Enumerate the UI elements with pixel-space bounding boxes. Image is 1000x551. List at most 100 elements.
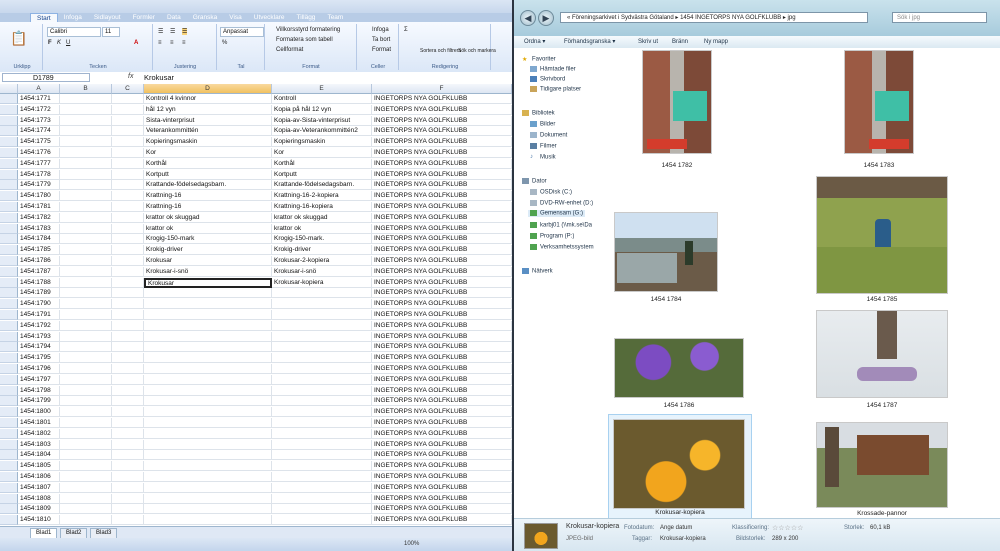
table-cell[interactable]: INGETORPS NYA GOLFKLUBB — [372, 256, 512, 266]
percent-icon[interactable]: % — [222, 40, 227, 46]
table-cell[interactable] — [272, 461, 372, 472]
table-cell[interactable] — [60, 385, 112, 396]
table-cell[interactable]: 1454:1772 — [18, 104, 60, 115]
address-bar[interactable]: « Föreningsarkivet i Sydvästra Götaland … — [560, 12, 868, 23]
table-cell[interactable] — [60, 407, 112, 418]
row-header[interactable] — [0, 158, 18, 169]
table-cell[interactable] — [112, 169, 144, 180]
table-cell[interactable]: Kor — [272, 148, 372, 158]
table-cell[interactable] — [272, 353, 372, 364]
table-cell[interactable]: INGETORPS NYA GOLFKLUBB — [372, 342, 512, 353]
table-cell[interactable] — [144, 428, 272, 439]
table-cell[interactable]: INGETORPS NYA GOLFKLUBB — [372, 364, 512, 374]
table-cell[interactable]: Kopia-av-Sista-vinterprisut — [272, 115, 372, 126]
column-header[interactable]: B — [60, 84, 112, 94]
table-cell[interactable]: INGETORPS NYA GOLFKLUBB — [372, 515, 512, 526]
table-cell[interactable] — [144, 407, 272, 418]
table-cell[interactable] — [112, 245, 144, 256]
table-cell[interactable] — [272, 364, 372, 374]
table-cell[interactable]: 1454:1806 — [18, 472, 60, 482]
italic-button[interactable]: K — [57, 40, 61, 46]
table-cell[interactable] — [144, 353, 272, 364]
table-cell[interactable] — [112, 137, 144, 148]
table-cell[interactable] — [60, 331, 112, 342]
table-cell[interactable] — [60, 515, 112, 526]
table-cell[interactable] — [60, 137, 112, 148]
table-cell[interactable]: 1454:1797 — [18, 374, 60, 385]
number-format-box[interactable]: Anpassat — [220, 27, 264, 37]
table-cell[interactable]: INGETORPS NYA GOLFKLUBB — [372, 493, 512, 504]
table-cell[interactable] — [112, 353, 144, 364]
table-cell[interactable] — [112, 418, 144, 428]
table-cell[interactable] — [112, 299, 144, 310]
row-header[interactable] — [0, 245, 18, 256]
table-cell[interactable] — [60, 126, 112, 137]
table-cell[interactable] — [144, 504, 272, 515]
table-cell[interactable]: 1454:1780 — [18, 191, 60, 202]
row-header[interactable] — [0, 126, 18, 137]
spreadsheet-grid[interactable]: A B C D E F 1454:1771 Kontroll 4 kvinnor Kontrol… — [0, 84, 512, 526]
table-cell[interactable] — [60, 223, 112, 234]
table-cell[interactable]: 1454:1808 — [18, 493, 60, 504]
table-cell[interactable] — [272, 428, 372, 439]
table-cell[interactable] — [112, 202, 144, 212]
organize-button[interactable]: Ordna ▾ — [524, 37, 545, 47]
row-header[interactable] — [0, 364, 18, 374]
table-cell[interactable]: INGETORPS NYA GOLFKLUBB — [372, 126, 512, 137]
nav-item-drive-p[interactable]: Program (P:) — [530, 233, 574, 240]
row-header[interactable] — [0, 374, 18, 385]
row-header[interactable] — [0, 191, 18, 202]
align-top-icon[interactable]: ☰ — [158, 28, 163, 35]
table-cell[interactable] — [272, 439, 372, 450]
nav-libraries[interactable]: Bibliotek — [522, 110, 555, 117]
table-cell[interactable]: Kortputt — [144, 169, 272, 180]
align-center-icon[interactable]: ≡ — [170, 40, 174, 46]
table-cell[interactable]: 1454:1804 — [18, 450, 60, 461]
table-cell[interactable] — [144, 374, 272, 385]
table-cell[interactable]: 1454:1796 — [18, 364, 60, 374]
table-cell[interactable]: Kopieringsmaskin — [272, 137, 372, 148]
row-header[interactable] — [0, 385, 18, 396]
table-cell[interactable]: hål 12 vyn — [144, 104, 272, 115]
table-cell[interactable]: Krogig-150-mark — [144, 234, 272, 245]
table-cell[interactable] — [272, 320, 372, 331]
table-cell[interactable]: Krokusar-i-snö — [144, 266, 272, 277]
table-cell[interactable] — [60, 342, 112, 353]
nav-item-drive-d[interactable]: DVD-RW-enhet (D:) — [530, 200, 593, 207]
table-cell[interactable]: INGETORPS NYA GOLFKLUBB — [372, 418, 512, 428]
row-header[interactable] — [0, 407, 18, 418]
table-cell[interactable]: Krokig-driver — [272, 245, 372, 256]
table-cell[interactable]: INGETORPS NYA GOLFKLUBB — [372, 288, 512, 299]
table-cell[interactable] — [60, 158, 112, 169]
table-cell[interactable]: 1454:1774 — [18, 126, 60, 137]
table-cell[interactable] — [144, 461, 272, 472]
thumbnail-1454-1787[interactable]: 1454 1787 — [816, 310, 948, 412]
table-cell[interactable]: INGETORPS NYA GOLFKLUBB — [372, 245, 512, 256]
table-cell[interactable]: Korthål — [272, 158, 372, 169]
table-cell[interactable] — [60, 439, 112, 450]
table-cell[interactable]: Krogig-150-mark. — [272, 234, 372, 245]
table-cell[interactable] — [272, 450, 372, 461]
table-cell[interactable]: 1454:1800 — [18, 407, 60, 418]
nav-item-karbj01[interactable]: karbj01 (\\mk.se\Da — [530, 222, 592, 229]
table-cell[interactable] — [144, 310, 272, 320]
table-cell[interactable]: Krattning-16-kopiera — [272, 202, 372, 212]
table-cell[interactable]: 1454:1795 — [18, 353, 60, 364]
align-left-icon[interactable]: ≡ — [158, 40, 162, 46]
table-cell[interactable]: INGETORPS NYA GOLFKLUBB — [372, 407, 512, 418]
table-cell[interactable]: INGETORPS NYA GOLFKLUBB — [372, 439, 512, 450]
table-cell[interactable]: Krattning-16-2-kopiera — [272, 191, 372, 202]
table-cell[interactable]: 1454:1790 — [18, 299, 60, 310]
table-cell[interactable] — [272, 482, 372, 493]
table-cell[interactable] — [112, 515, 144, 526]
font-name-box[interactable]: Calibri — [47, 27, 101, 37]
table-cell[interactable] — [112, 191, 144, 202]
format-cells-button[interactable]: Format — [372, 47, 391, 53]
table-cell[interactable] — [60, 212, 112, 223]
table-cell[interactable] — [60, 277, 112, 288]
table-cell[interactable]: 1454:1807 — [18, 482, 60, 493]
row-header[interactable] — [0, 320, 18, 331]
table-cell[interactable]: 1454:1786 — [18, 256, 60, 266]
table-cell[interactable] — [112, 407, 144, 418]
table-cell[interactable] — [112, 504, 144, 515]
